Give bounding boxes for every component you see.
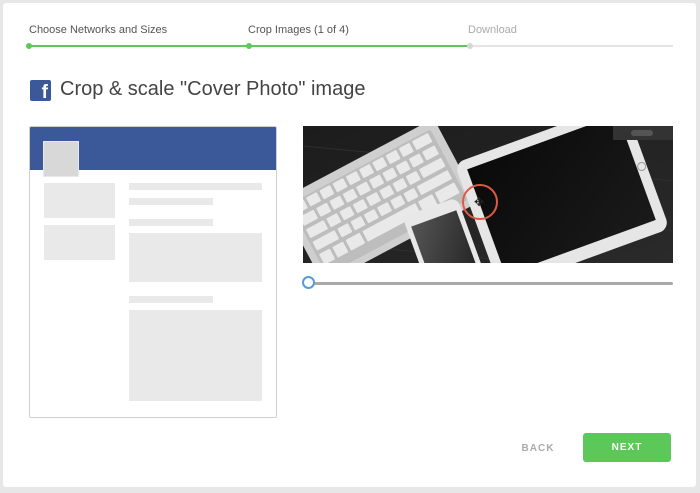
preview-line [129, 183, 262, 190]
step-dot-3 [467, 43, 473, 49]
preview-line [129, 198, 213, 205]
preview-line [129, 296, 213, 303]
step-dot-1 [26, 43, 32, 49]
crop-dialog: Choose Networks and Sizes Crop Images (1… [3, 3, 696, 487]
preview-block [129, 310, 262, 401]
move-icon: ✥ [474, 195, 485, 209]
step-crop-images: Crop Images (1 of 4) [248, 24, 349, 36]
page-title: Crop & scale "Cover Photo" image [60, 78, 366, 100]
progress-track-done-2 [249, 45, 471, 47]
crop-focus-handle[interactable]: ✥ [462, 184, 498, 220]
zoom-slider-track[interactable] [308, 282, 673, 285]
preview-line [129, 219, 213, 226]
preview-block [44, 183, 115, 218]
progress-track-pending [471, 45, 673, 47]
facebook-icon: f [30, 80, 51, 103]
step-download: Download [468, 24, 517, 36]
preview-block [129, 233, 262, 282]
progress-track-done-1 [29, 45, 249, 47]
next-button[interactable]: NEXT [583, 433, 671, 462]
back-button[interactable]: BACK [512, 435, 564, 461]
preview-block [44, 225, 115, 260]
zoom-slider-thumb[interactable] [302, 276, 315, 289]
step-dot-2 [246, 43, 252, 49]
facebook-layout-preview [29, 126, 277, 418]
preview-profile-picture [43, 141, 79, 177]
step-choose-networks: Choose Networks and Sizes [29, 24, 168, 36]
